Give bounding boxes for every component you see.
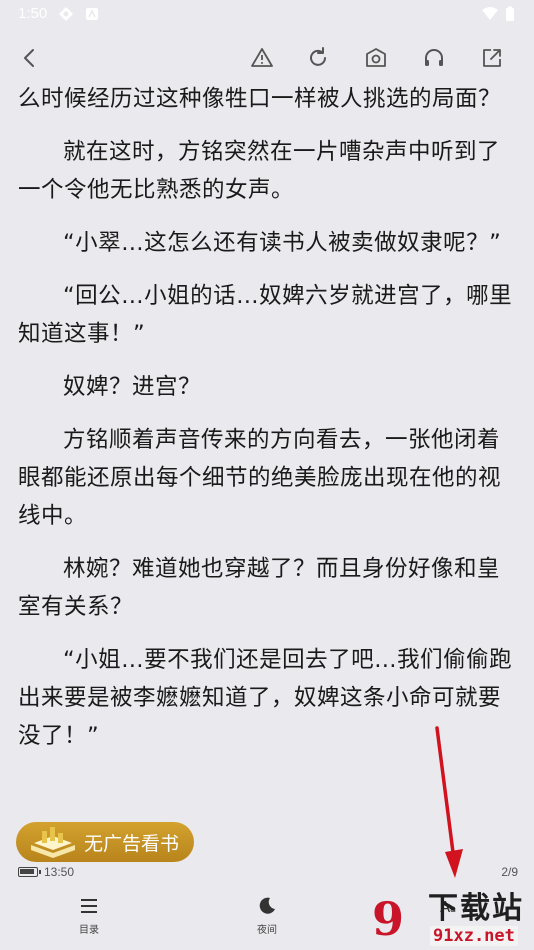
- screenshot-button[interactable]: [362, 44, 390, 72]
- paragraph: 方铭顺着声音传来的方向看去，一张他闭着眼都能还原出每个细节的绝美脸庞出现在他的视…: [18, 427, 502, 529]
- warning-triangle-icon: [251, 48, 273, 67]
- back-button[interactable]: [16, 44, 44, 72]
- paragraph: “回公…小姐的话…奴婢六岁就进宫了，哪里知道这事！”: [18, 283, 513, 347]
- watermark-brand: 下载站: [428, 891, 524, 926]
- wifi-battery-icon: [480, 6, 520, 22]
- night-mode-button[interactable]: 夜间: [237, 894, 297, 944]
- watermark-logo: 9: [372, 892, 405, 946]
- battery-level: [20, 869, 34, 874]
- status-bar: 1:50: [0, 0, 534, 30]
- chevron-left-icon: [24, 49, 34, 67]
- night-mode-label: 夜间: [257, 925, 277, 936]
- external-link-icon: [483, 49, 501, 67]
- report-button[interactable]: [248, 44, 276, 72]
- book-reward-icon: [31, 827, 75, 858]
- paragraph: 奴婢？进宫？: [63, 374, 202, 400]
- app-notification-icon: [84, 6, 100, 22]
- refresh-icon: [310, 47, 326, 66]
- app-notification-icon: [58, 6, 74, 22]
- toc-button[interactable]: 目录: [59, 894, 119, 944]
- listen-button[interactable]: [420, 44, 448, 72]
- reader-content[interactable]: 么时候经历过这种像牲口一样被人挑选的局面？ 就在这时，方铭突然在一片嘈杂声中听到…: [18, 78, 518, 824]
- paragraph: 么时候经历过这种像牲口一样被人挑选的局面？: [18, 86, 502, 112]
- ad-free-button[interactable]: 无广告看书: [16, 822, 194, 862]
- paragraph: “小姐…要不我们还是回去了吧…我们偷偷跑出来要是被李嬷嬷知道了，奴婢这条小命可就…: [18, 647, 513, 749]
- battery-icon: [18, 867, 41, 877]
- ad-free-label: 无广告看书: [84, 832, 180, 855]
- toc-label: 目录: [79, 925, 99, 936]
- refresh-button[interactable]: [304, 44, 332, 72]
- reading-status-bar: 13:50 2/9: [0, 864, 534, 882]
- paragraph: “小翠…这怎么还有读书人被卖做奴隶呢？”: [63, 230, 502, 256]
- share-button[interactable]: [478, 44, 506, 72]
- site-watermark: 9 下载站 91xz.net: [364, 890, 532, 948]
- menu-list-icon: [81, 899, 97, 913]
- headphones-icon: [425, 49, 443, 66]
- reading-clock: 13:50: [44, 865, 75, 879]
- moon-icon: [259, 897, 275, 914]
- paragraph: 林婉？难道她也穿越了？而且身份好像和皇室有关系？: [18, 556, 501, 620]
- page-indicator: 2/9: [501, 865, 518, 879]
- paragraph: 就在这时，方铭突然在一片嘈杂声中听到了一个令他无比熟悉的女声。: [18, 139, 501, 203]
- status-time: 1:50: [18, 5, 48, 22]
- reader-toolbar: [0, 36, 534, 80]
- camera-icon: [366, 48, 386, 67]
- watermark-url: 91xz.net: [430, 926, 518, 946]
